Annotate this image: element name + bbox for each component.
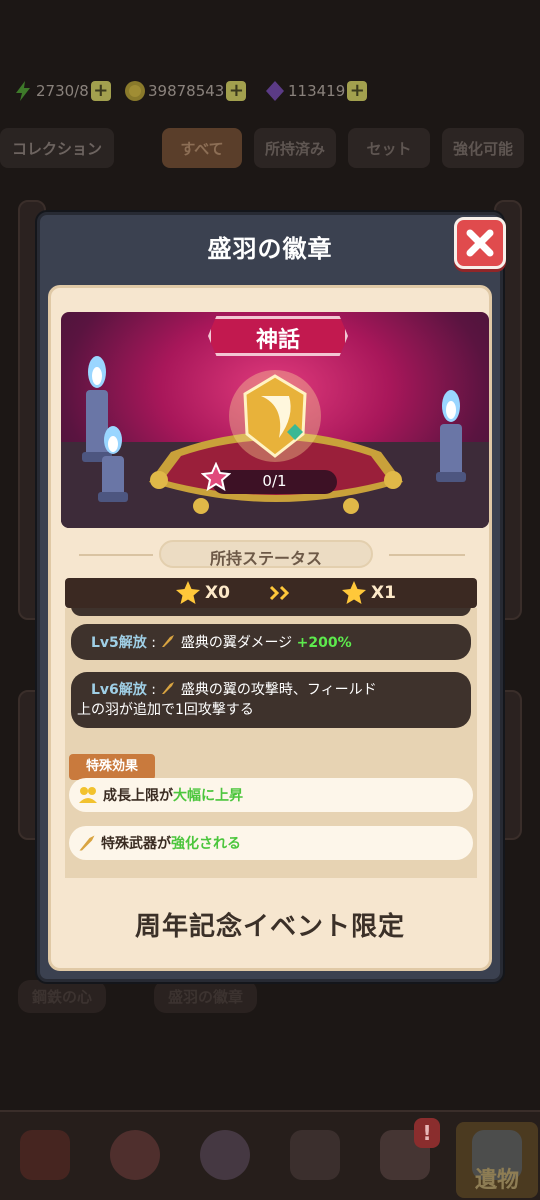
star-to: X1 [371,583,396,603]
star-icon [176,581,200,604]
colon: : [151,635,156,651]
divider [79,554,153,556]
close-button[interactable] [454,217,506,269]
stat-bonus: +200% [296,635,352,651]
stat-level: Lv5解放 [91,635,147,651]
effect-prefix: 特殊武器が [101,836,171,852]
collection-label: コレクション [11,139,102,158]
relic-banner: 神話 0/1 [61,312,489,528]
relic-detail-modal: 盛羽の徽章 神話 0/1 所持ステータス X0 X1 Lv5解放: 盛典の翼ダ… [37,212,506,982]
relic-name-label: 鋼鉄の心 [18,980,107,1013]
status-list[interactable]: Lv5解放 : 盛典の翼ダメージ +200% Lv6解放 : 盛典の翼の攻撃時、… [65,608,477,878]
weapon-wing-icon [79,835,95,851]
tab-owned-label: 所持済み [264,139,325,158]
coin-value: 39878543 [148,82,225,100]
feather-badge-icon [229,370,321,462]
candle-icon [436,390,466,482]
stat-text: 盛典の翼ダメージ [180,635,293,651]
tab-owned[interactable]: 所持済み [254,128,336,168]
tab-all-label: すべて [180,139,224,158]
nurse-icon [110,1130,160,1180]
energy-bolt-icon [16,81,30,101]
gem-plus-button[interactable]: + [347,81,368,101]
weapon-wing-icon [162,635,175,647]
tab-upgradable[interactable]: 強化可能 [442,128,524,168]
bottom-navigation: ! 遺物 [0,1110,540,1200]
nav-nurse[interactable] [96,1122,174,1198]
energy-value: 2730/8 [36,82,89,100]
star-progress-row: X0 X1 [65,578,477,608]
rarity-ribbon: 神話 [208,316,348,356]
close-icon [466,229,494,257]
coin-resource: 39878543 + [124,78,247,104]
stat-row-cut [71,608,471,616]
rarity-label: 神話 [255,328,300,353]
effect-row: 成長上限が 大幅に上昇 [69,778,473,812]
divider [389,554,465,556]
status-pill: 所持ステータス [159,540,373,568]
star-from: X0 [205,583,230,603]
limited-event-note: 周年記念イベント限定 [134,912,405,942]
syringe-icon [290,1130,340,1180]
tab-set-label: セット [366,139,412,158]
star-icon [342,581,366,604]
shop-icon [20,1130,70,1180]
purple-gem-icon [266,81,284,101]
energy-resource: 2730/8 + [12,78,111,104]
nav-relic[interactable]: 遺物 [456,1122,538,1198]
growth-cap-icon [79,787,97,803]
stat-row: Lv5解放 : 盛典の翼ダメージ +200% [71,624,471,660]
effect-highlight: 強化される [171,836,241,852]
collection-button[interactable]: コレクション [0,128,114,168]
gem-value: 113419 [288,82,346,100]
stat-text: 盛典の翼の攻撃時、フィールド [180,682,377,698]
energy-plus-button[interactable]: + [90,81,111,101]
effect-row: 特殊武器が 強化される [69,826,473,860]
coin-icon [125,81,145,101]
stat-text-line2: 上の羽が追加で1回攻撃する [77,702,254,718]
coin-plus-button[interactable]: + [226,81,247,101]
colon: : [151,682,156,698]
status-header: 所持ステータス [51,540,489,570]
status-label: 所持ステータス [209,549,322,568]
effect-highlight: 大幅に上昇 [173,788,243,804]
relic-name-label: 盛羽の徽章 [154,980,258,1013]
modal-content: 神話 0/1 所持ステータス X0 X1 Lv5解放: 盛典の翼ダメージ +2… [48,285,492,971]
egg-icon [200,1130,250,1180]
gem-resource: 113419 + [264,78,368,104]
modal-title: 盛羽の徽章 [207,235,333,263]
resource-bar: 2730/8 + 39878543 + 113419 + [0,70,540,110]
nav-first-aid[interactable]: ! [366,1118,444,1198]
nav-egg[interactable] [186,1122,264,1198]
tab-set[interactable]: セット [348,128,430,168]
nav-syringe[interactable] [276,1122,354,1198]
nav-shop[interactable] [6,1122,84,1198]
weapon-wing-icon [162,682,175,694]
nav-relic-label: 遺物 [474,1168,519,1193]
candle-icon [98,426,128,502]
tab-upgradable-label: 強化可能 [452,139,513,158]
stat-level: Lv6解放 [91,682,147,698]
filter-tabs: コレクション すべて 所持済み セット 強化可能 [0,124,540,168]
stat-row: Lv6解放 : 盛典の翼の攻撃時、フィールド 上の羽が追加で1回攻撃する [71,672,471,728]
special-effect-tag: 特殊効果 [69,754,155,780]
alert-badge: ! [414,1118,440,1148]
tab-all[interactable]: すべて [162,128,242,168]
double-chevron-icon [269,585,290,601]
pink-star-icon [201,462,231,492]
effect-prefix: 成長上限が [103,788,173,804]
